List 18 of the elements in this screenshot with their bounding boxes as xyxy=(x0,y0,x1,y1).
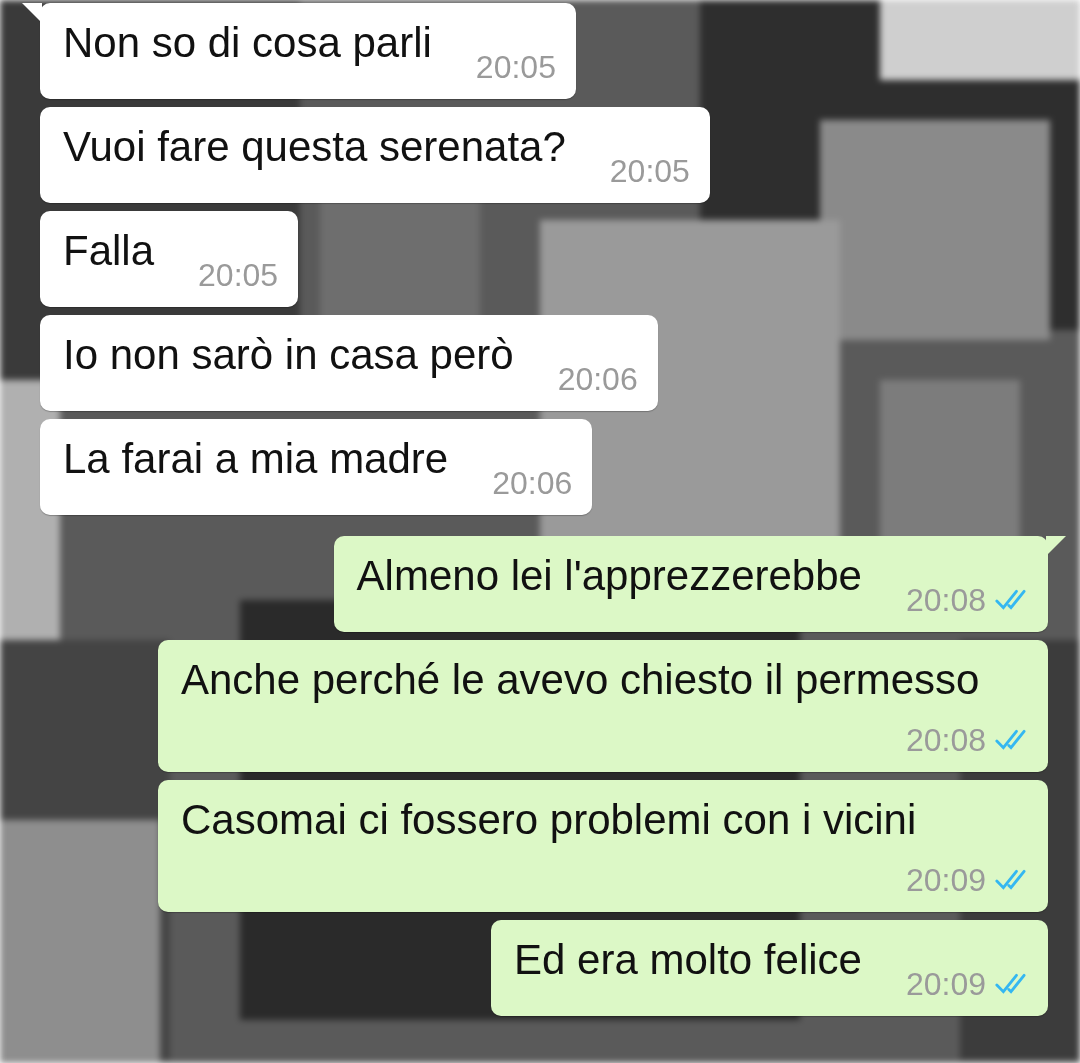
message-time: 20:09 xyxy=(905,966,986,1002)
message-time: 20:05 xyxy=(198,257,279,293)
message-text: Non so di cosa parli xyxy=(63,19,432,67)
message-text: Vuoi fare questa serenata? xyxy=(63,123,566,171)
message-text: Casomai ci fossero problemi con i vicini xyxy=(181,796,917,844)
message-text: Ed era molto felice xyxy=(514,936,862,984)
message-time: 20:06 xyxy=(557,361,638,397)
message-time: 20:05 xyxy=(475,49,556,85)
message-time: 20:05 xyxy=(609,153,690,189)
message-time: 20:08 xyxy=(905,582,986,618)
message-text: Anche perché le avevo chiesto il permesso xyxy=(181,656,980,704)
message-text: Io non sarò in casa però xyxy=(63,331,514,379)
message-text: Almeno lei l'apprezzerebbe xyxy=(356,552,862,600)
message-text: La farai a mia madre xyxy=(63,435,449,483)
message-text: Falla xyxy=(63,227,155,275)
message-time: 20:06 xyxy=(492,465,573,501)
message-time: 20:09 xyxy=(905,862,986,898)
message-time: 20:08 xyxy=(905,722,986,758)
